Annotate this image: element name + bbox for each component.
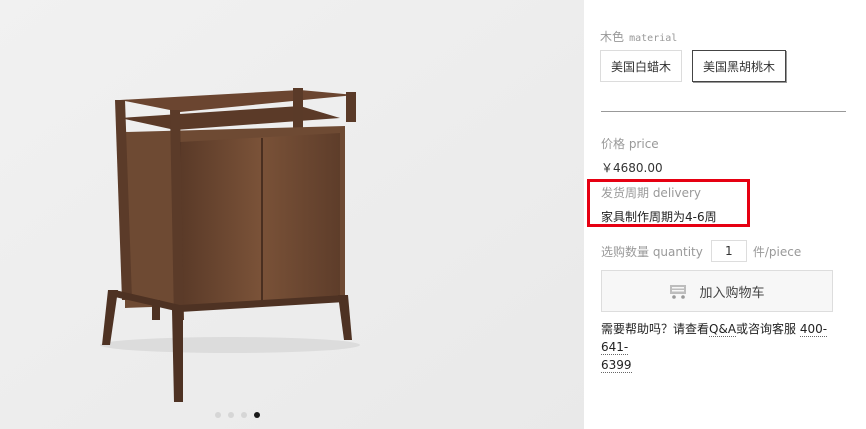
material-option-walnut[interactable]: 美国黑胡桃木 xyxy=(692,50,787,82)
product-options-panel: 木色 material 美国白蜡木 美国黑胡桃木 价格 price ￥4680.… xyxy=(587,0,850,429)
carousel-dots xyxy=(215,412,260,418)
carousel-dot-active[interactable] xyxy=(254,412,260,418)
quantity-label: 选购数量 quantity xyxy=(601,244,703,259)
help-text: 需要帮助吗？请查看Q&A或咨询客服 400-641- 6399 xyxy=(601,322,828,373)
carousel-dot[interactable] xyxy=(241,412,247,418)
divider xyxy=(601,111,846,112)
material-option-ash[interactable]: 美国白蜡木 xyxy=(600,50,683,82)
quantity-row: 选购数量 quantity 件/piece xyxy=(601,240,809,262)
add-to-cart-button[interactable]: 加入购物车 xyxy=(601,270,833,312)
quantity-unit: 件/piece xyxy=(752,244,802,259)
qa-link[interactable]: Q&A xyxy=(709,322,737,337)
highlight-box xyxy=(587,179,750,227)
material-label: 木色 material xyxy=(600,30,678,44)
phone-link-continued[interactable]: 6399 xyxy=(601,358,632,373)
cart-icon xyxy=(670,285,687,299)
product-photo xyxy=(0,0,584,429)
carousel-dot[interactable] xyxy=(228,412,234,418)
material-options: 美国白蜡木 美国黑胡桃木 xyxy=(600,50,787,82)
add-to-cart-label: 加入购物车 xyxy=(699,285,765,301)
price-value: ￥4680.00 xyxy=(601,161,663,175)
price-label: 价格 price xyxy=(601,137,659,151)
carousel-dot[interactable] xyxy=(215,412,221,418)
product-image-gallery[interactable] xyxy=(0,0,584,429)
quantity-input[interactable] xyxy=(710,240,747,262)
